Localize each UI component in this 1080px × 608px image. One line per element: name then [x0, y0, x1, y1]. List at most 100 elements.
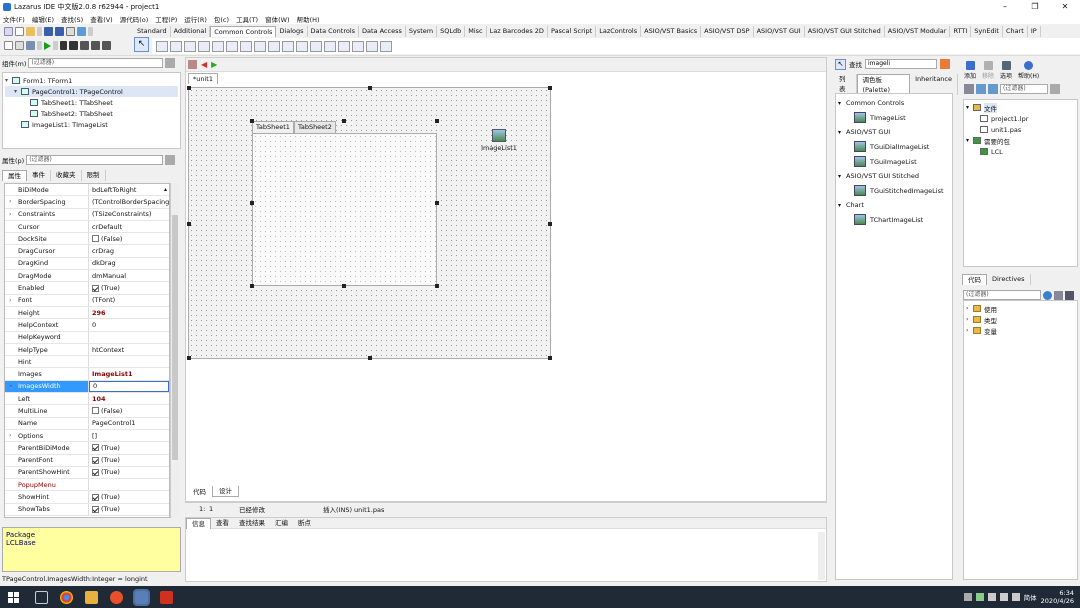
palette-splitter-icon[interactable] [324, 40, 336, 52]
project-expander-icon[interactable]: ▾ [966, 104, 973, 111]
recorder-icon[interactable] [160, 590, 173, 604]
code-expander-icon[interactable]: › [966, 305, 973, 312]
property-row[interactable]: ShowHint (True) [5, 491, 169, 504]
property-value[interactable]: 104 [89, 395, 169, 403]
tabsheet1-tab[interactable]: TabSheet1 [252, 121, 294, 133]
palette-tab-asio-vst-dsp[interactable]: ASIO/VST DSP [701, 26, 754, 37]
component-list-tab-1[interactable]: 调色板(Palette) [856, 74, 911, 95]
palette-panel-icon[interactable] [338, 40, 350, 52]
property-row[interactable]: › BorderSpacing (TControlBorderSpacing) [5, 196, 169, 209]
property-row[interactable]: DragKind dkDrag [5, 257, 169, 271]
property-row[interactable]: Enabled (True) [5, 282, 169, 295]
toggle-icon[interactable] [15, 41, 24, 50]
task-view-icon[interactable] [35, 590, 48, 604]
project-filter-input[interactable]: (过滤器) [1000, 84, 1048, 94]
component-tree-item[interactable]: ImageList1: TImageList [5, 119, 178, 130]
property-value[interactable]: PageControl1 [89, 419, 169, 427]
property-row[interactable]: ParentShowHint (True) [5, 466, 169, 480]
run-dropdown-icon[interactable] [53, 41, 58, 50]
project-tree-item[interactable]: project1.lpr [966, 113, 1075, 124]
property-checkbox[interactable] [92, 407, 99, 415]
palette-tab-lazcontrols[interactable]: LazControls [596, 26, 642, 37]
build-icon[interactable] [26, 41, 35, 50]
run-icon[interactable] [44, 41, 51, 50]
project-tree-item[interactable]: ▾ 需要的包 [966, 135, 1075, 146]
filter-clear-icon[interactable] [165, 58, 176, 68]
property-value[interactable]: (TSizeConstraints) [89, 210, 169, 218]
palette-tab-asio-vst-gui[interactable]: ASIO/VST GUI [754, 26, 805, 37]
open-icon[interactable] [26, 27, 35, 36]
pointer-tool-icon[interactable]: ↖ [134, 37, 149, 52]
messages-scrollbar[interactable] [818, 532, 825, 580]
project-toolbar-button-3[interactable]: 帮助(H) [1018, 60, 1039, 80]
palette-component-item[interactable]: TGuiStitchedImageList [838, 183, 950, 198]
close-button[interactable]: ✕ [1050, 0, 1080, 13]
property-row[interactable]: MultiLine (False) [5, 405, 169, 418]
project-tree-item[interactable]: ▾ 文件 [966, 102, 1075, 113]
stop-icon[interactable] [69, 41, 78, 50]
tray-mic-icon[interactable] [1011, 593, 1020, 601]
group-expander-icon[interactable]: ▾ [838, 202, 846, 209]
property-row[interactable]: HelpType htContext [5, 343, 169, 357]
tray-app-icon[interactable] [963, 593, 972, 601]
project-toolbar-button-0[interactable]: 添加 [964, 60, 976, 80]
property-row[interactable]: Hint [5, 356, 169, 369]
property-value[interactable]: [] [89, 432, 169, 440]
menu-item-9[interactable]: 窗体(W) [265, 14, 290, 24]
dropdown-arrow-icon[interactable]: ▴ [164, 186, 169, 194]
tray-network-icon[interactable] [987, 593, 996, 601]
palette-component-item[interactable]: TGuiImageList [838, 154, 950, 169]
open-dropdown-icon[interactable] [37, 27, 42, 36]
palette-tab-common-controls[interactable]: Common Controls [210, 26, 277, 37]
code-explorer-tab-1[interactable]: Directives [987, 274, 1031, 285]
new-form-icon[interactable] [15, 27, 24, 36]
view-units-icon[interactable] [77, 27, 86, 36]
build-dropdown-icon[interactable] [37, 41, 42, 50]
toggle-form-icon[interactable] [66, 27, 75, 36]
property-row[interactable]: ParentFont (True) [5, 454, 169, 467]
menu-item-3[interactable]: 查看(V) [90, 14, 113, 24]
palette-imagelist-icon[interactable] [310, 40, 322, 52]
property-expander-icon[interactable]: › [9, 198, 11, 205]
project-tree-item[interactable]: unit1.pas [966, 124, 1075, 135]
project-dir-icon[interactable] [988, 84, 998, 94]
file-explorer-icon[interactable] [85, 590, 98, 604]
palette-group[interactable]: ▾ Common Controls [838, 96, 950, 110]
project-expander-icon[interactable]: ▾ [966, 137, 973, 144]
palette-header-icon[interactable] [296, 40, 308, 52]
property-value[interactable]: (TControlBorderSpacing) [89, 198, 169, 206]
palette-tab-asio-vst-modular[interactable]: ASIO/VST Modular [885, 26, 951, 37]
property-value[interactable]: dmManual [89, 272, 169, 280]
property-value[interactable]: (False) [89, 235, 169, 243]
property-value[interactable]: (True) [89, 284, 169, 292]
palette-tab-data-access[interactable]: Data Access [359, 26, 406, 37]
tray-volume-icon[interactable] [999, 593, 1008, 601]
code-tree-item[interactable]: › 变量 [966, 325, 1075, 336]
property-value[interactable]: crDefault [89, 223, 169, 231]
palette-component-item[interactable]: TGuiDialImageList [838, 139, 950, 154]
palette-listview-icon[interactable] [212, 40, 224, 52]
palette-component-item[interactable]: TImageList [838, 110, 950, 125]
messages-tab-2[interactable]: 查找结果 [234, 518, 270, 528]
clock[interactable]: 6:34 2020/4/26 [1041, 589, 1074, 605]
component-search-input[interactable]: imageli [865, 59, 937, 69]
property-expander-icon[interactable]: › [9, 297, 11, 304]
property-checkbox[interactable] [92, 284, 99, 292]
palette-tab-asio-vst-gui-stitched[interactable]: ASIO/VST GUI Stitched [805, 26, 885, 37]
property-row[interactable]: DragCursor crDrag [5, 245, 169, 258]
palette-tab-dialogs[interactable]: Dialogs [276, 26, 308, 37]
inspector-filter-clear-icon[interactable] [165, 154, 176, 165]
code-explorer-tab-0[interactable]: 代码 [962, 274, 987, 285]
messages-tab-3[interactable]: 汇编 [270, 518, 293, 528]
property-value[interactable]: 0 [89, 380, 169, 393]
component-tree-item[interactable]: ▾ Form1: TForm1 [5, 75, 178, 86]
property-value[interactable]: 0 [89, 321, 169, 329]
step-over-icon[interactable] [91, 41, 100, 50]
code-expander-icon[interactable]: › [966, 316, 973, 323]
palette-toggle-icon[interactable] [380, 40, 392, 52]
project-filter-clear-icon[interactable] [1050, 84, 1060, 94]
tree-expander-icon[interactable]: ▾ [14, 88, 21, 95]
palette-tab-synedit[interactable]: SynEdit [971, 26, 1003, 37]
ime-indicator[interactable]: 简体 [1024, 592, 1037, 602]
chrome-icon[interactable] [60, 590, 73, 604]
